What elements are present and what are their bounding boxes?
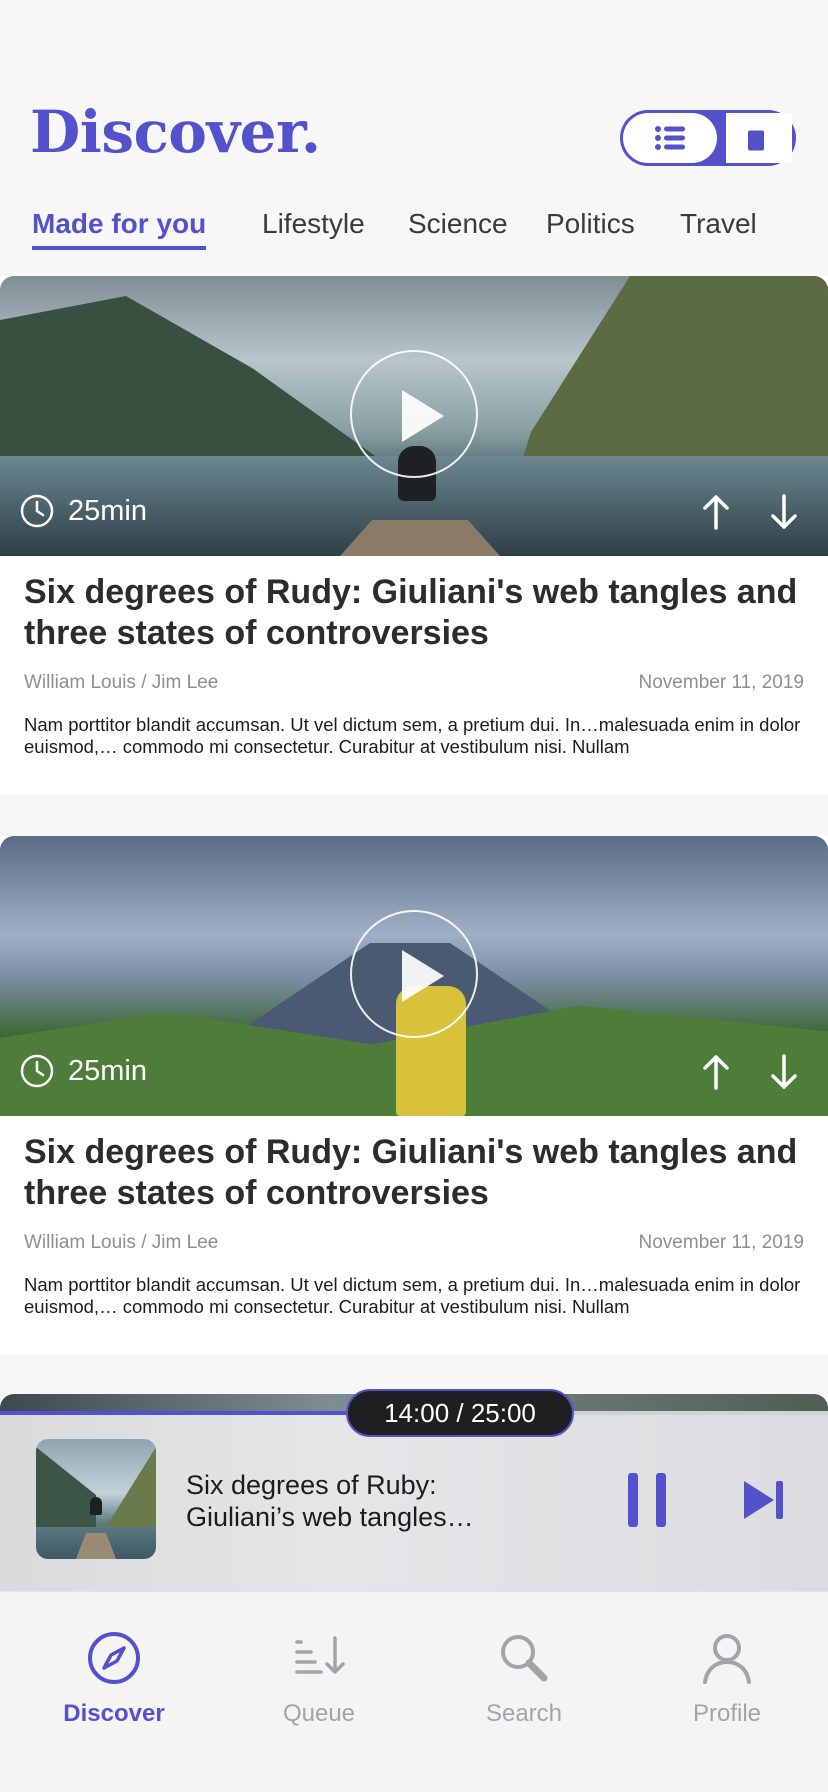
play-icon — [402, 950, 444, 1002]
article-authors: William Louis / Jim Lee — [24, 672, 219, 693]
tab-lifestyle[interactable]: Lifestyle — [262, 208, 365, 240]
article-title[interactable]: Six degrees of Rudy: Giuliani's web tang… — [24, 572, 804, 654]
article-date: November 11, 2019 — [638, 672, 804, 693]
upvote-icon[interactable] — [702, 494, 730, 530]
downvote-icon[interactable] — [770, 494, 798, 530]
downvote-icon[interactable] — [770, 1054, 798, 1090]
nav-queue[interactable]: Queue — [239, 1630, 399, 1728]
category-tabs: Made for you Lifestyle Science Politics … — [0, 200, 828, 260]
queue-icon — [295, 1636, 345, 1674]
header: Discover. Made for you Lifestyle Science… — [0, 0, 828, 268]
list-icon — [655, 126, 685, 150]
nav-search[interactable]: Search — [444, 1630, 604, 1728]
upvote-icon[interactable] — [702, 1054, 730, 1090]
clock-icon — [20, 1054, 54, 1088]
pause-button[interactable] — [626, 1473, 668, 1527]
cards-icon — [746, 123, 772, 153]
nav-label: Discover — [63, 1700, 165, 1727]
duration-label: 25min — [68, 494, 147, 527]
profile-icon — [703, 1634, 751, 1684]
article-excerpt: Nam porttitor blandit accumsan. Ut vel d… — [24, 714, 801, 757]
now-playing-artwork — [36, 1439, 156, 1559]
nav-label: Profile — [692, 1700, 762, 1727]
article-date: November 11, 2019 — [638, 1232, 804, 1253]
card-view-button[interactable] — [726, 113, 792, 163]
compass-icon — [88, 1632, 140, 1684]
search-icon — [501, 1635, 548, 1682]
tab-politics[interactable]: Politics — [546, 208, 635, 240]
play-button[interactable] — [350, 350, 478, 478]
view-toggle[interactable] — [620, 110, 796, 166]
article-image[interactable]: 25min — [0, 836, 828, 1116]
playback-time: 14:00 / 25:00 — [346, 1389, 574, 1437]
article-authors: William Louis / Jim Lee — [24, 1232, 219, 1253]
bottom-navigation: Discover Queue Search Profile — [0, 1591, 828, 1792]
skip-next-icon[interactable] — [742, 1477, 786, 1523]
article-excerpt: Nam porttitor blandit accumsan. Ut vel d… — [24, 1274, 801, 1317]
duration: 25min — [20, 494, 147, 528]
tab-science[interactable]: Science — [408, 208, 508, 240]
clock-icon — [20, 494, 54, 528]
article-image[interactable]: 25min — [0, 276, 828, 556]
nav-discover[interactable]: Discover — [34, 1630, 194, 1728]
article-card[interactable]: 25min Six degrees of Rudy: Giuliani's we… — [0, 836, 828, 1354]
pause-icon — [628, 1473, 638, 1527]
article-title[interactable]: Six degrees of Rudy: Giuliani's web tang… — [24, 1132, 804, 1214]
nav-label: Search — [485, 1700, 563, 1727]
list-view-button[interactable] — [623, 113, 717, 163]
page-title: Discover. — [30, 98, 321, 166]
tab-travel[interactable]: Travel — [680, 208, 757, 240]
nav-profile[interactable]: Profile — [647, 1630, 807, 1728]
play-icon — [402, 390, 444, 442]
duration-label: 25min — [68, 1054, 147, 1087]
article-card[interactable]: 25min Six degrees of Rudy: Giuliani's we… — [0, 276, 828, 794]
mini-player[interactable]: Six degrees of Ruby: Giuliani’s web tang… — [0, 1415, 828, 1591]
duration: 25min — [20, 1054, 147, 1088]
nav-label: Queue — [282, 1700, 356, 1727]
play-button[interactable] — [350, 910, 478, 1038]
tab-made-for-you[interactable]: Made for you — [32, 208, 207, 250]
now-playing-title[interactable]: Six degrees of Ruby: Giuliani’s web tang… — [186, 1469, 506, 1533]
